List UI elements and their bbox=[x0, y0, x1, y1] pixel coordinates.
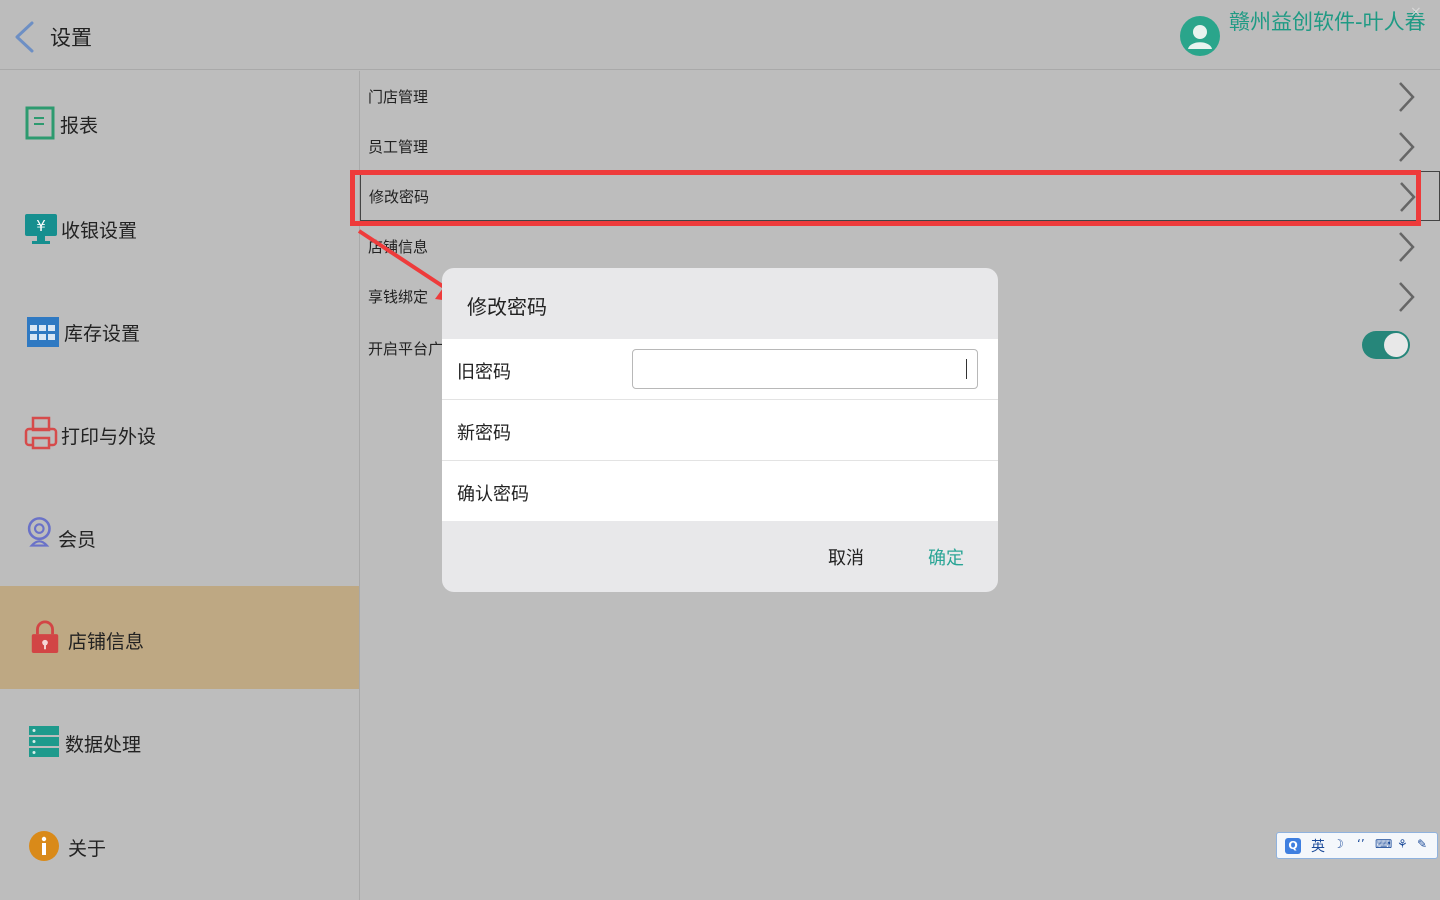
sidebar-item-label: 数据处理 bbox=[65, 734, 142, 756]
sidebar-item-label: 关于 bbox=[68, 838, 107, 860]
wrench-icon[interactable]: ✎ bbox=[1417, 837, 1427, 851]
chevron-right-icon bbox=[1399, 132, 1415, 162]
confirm-password-label: 确认密码 bbox=[457, 484, 529, 505]
row-label: 享钱绑定 bbox=[368, 288, 429, 306]
sidebar-item-label: 库存设置 bbox=[64, 323, 141, 345]
ime-toolbar[interactable]: Q 英 ☽ ‘’ ⌨ ⚘ ✎ bbox=[1276, 832, 1438, 859]
chevron-right-icon bbox=[1399, 282, 1415, 312]
new-password-row[interactable]: 新密码 bbox=[442, 400, 998, 461]
back-chevron-icon[interactable] bbox=[12, 20, 38, 54]
chevron-right-icon bbox=[1400, 182, 1416, 212]
toggle-knob bbox=[1384, 333, 1408, 357]
new-password-label: 新密码 bbox=[457, 423, 511, 444]
sidebar-item-report[interactable]: 报表 bbox=[0, 71, 359, 174]
sidebar-item-label: 报表 bbox=[60, 115, 99, 137]
sidebar-item-inventory[interactable]: 库存设置 bbox=[0, 277, 359, 380]
ime-mode[interactable]: 英 bbox=[1311, 836, 1325, 856]
sidebar-item-label: 店铺信息 bbox=[68, 631, 145, 653]
user-name: 赣州益创软件-叶人春 bbox=[1229, 10, 1426, 34]
row-label: 员工管理 bbox=[368, 138, 429, 156]
close-icon[interactable]: × bbox=[1410, 4, 1422, 20]
printer-icon bbox=[24, 416, 58, 450]
info-icon bbox=[29, 831, 59, 861]
moon-icon[interactable]: ☽ bbox=[1333, 837, 1344, 851]
row-label: 店铺信息 bbox=[368, 238, 429, 256]
top-bar: 设置 赣州益创软件-叶人春 × bbox=[0, 0, 1440, 70]
cashier-monitor-icon: ¥ bbox=[25, 214, 57, 244]
sidebar-item-member[interactable]: 会员 bbox=[0, 483, 359, 586]
row-label: 开启平台广 bbox=[368, 340, 444, 358]
sidebar-item-about[interactable]: 关于 bbox=[0, 792, 359, 895]
row-label: 修改密码 bbox=[369, 188, 430, 206]
old-password-input[interactable] bbox=[632, 349, 978, 389]
shirt-icon[interactable]: ⚘ bbox=[1397, 837, 1408, 851]
confirm-button[interactable]: 确定 bbox=[928, 544, 964, 570]
sidebar-item-cashier[interactable]: ¥ 收银设置 bbox=[0, 174, 359, 277]
platform-ads-toggle[interactable] bbox=[1362, 331, 1410, 359]
sidebar-item-data[interactable]: 数据处理 bbox=[0, 689, 359, 792]
text-caret bbox=[966, 359, 967, 379]
row-staff-management[interactable]: 员工管理 bbox=[360, 121, 1440, 171]
ime-logo-icon: Q bbox=[1285, 838, 1301, 854]
sidebar-item-label: 打印与外设 bbox=[61, 426, 157, 448]
sidebar-item-label: 会员 bbox=[58, 529, 97, 551]
page-title: 设置 bbox=[50, 26, 92, 50]
keyboard-icon[interactable]: ⌨ bbox=[1375, 837, 1392, 851]
database-icon bbox=[29, 726, 59, 757]
sidebar-item-store-info[interactable]: 店铺信息 bbox=[0, 586, 359, 689]
user-account[interactable]: 赣州益创软件-叶人春 bbox=[1180, 8, 1430, 66]
old-password-label: 旧密码 bbox=[457, 362, 511, 383]
old-password-row: 旧密码 bbox=[442, 339, 998, 400]
sidebar-item-print[interactable]: 打印与外设 bbox=[0, 380, 359, 483]
confirm-password-row[interactable]: 确认密码 bbox=[442, 461, 998, 522]
row-store-management[interactable]: 门店管理 bbox=[360, 71, 1440, 121]
cancel-button[interactable]: 取消 bbox=[828, 544, 864, 570]
svg-text:¥: ¥ bbox=[36, 217, 46, 235]
dialog-title: 修改密码 bbox=[467, 295, 547, 319]
member-webcam-icon bbox=[27, 517, 51, 547]
inventory-grid-icon bbox=[27, 317, 59, 347]
row-store-info[interactable]: 店铺信息 bbox=[360, 221, 1440, 271]
sidebar-item-label: 收银设置 bbox=[61, 220, 138, 242]
sidebar: 报表 ¥ 收银设置 库存设置 打印与外设 会员 店铺信息 数据处理 关于 bbox=[0, 71, 360, 900]
avatar-icon bbox=[1180, 16, 1220, 56]
dialog-form: 旧密码 新密码 确认密码 bbox=[442, 339, 998, 521]
chevron-right-icon bbox=[1399, 82, 1415, 112]
lock-icon bbox=[31, 620, 59, 654]
report-icon bbox=[25, 106, 55, 140]
chevron-right-icon bbox=[1399, 232, 1415, 262]
row-change-password[interactable]: 修改密码 bbox=[360, 171, 1440, 221]
row-label: 门店管理 bbox=[368, 88, 429, 106]
punctuation-icon[interactable]: ‘’ bbox=[1357, 837, 1365, 851]
change-password-dialog: 修改密码 旧密码 新密码 确认密码 取消 确定 bbox=[442, 268, 998, 592]
